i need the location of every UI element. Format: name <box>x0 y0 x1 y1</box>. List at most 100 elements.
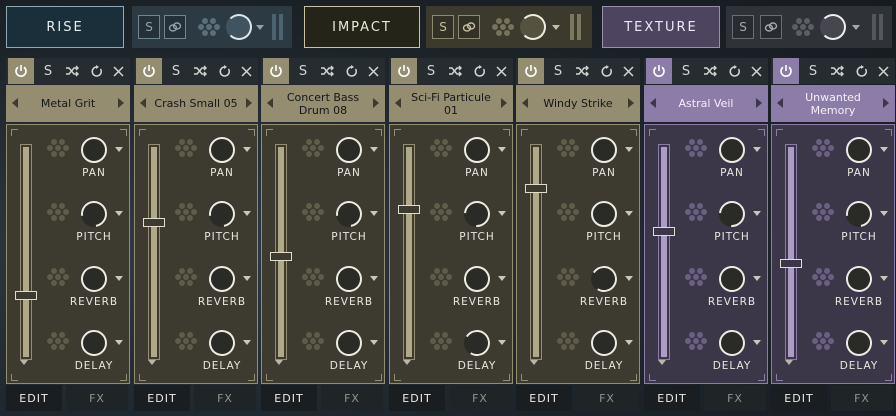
power-icon[interactable] <box>391 58 417 84</box>
volume-fader[interactable] <box>404 145 414 359</box>
chevron-down-icon[interactable] <box>370 147 378 152</box>
chevron-down-icon[interactable] <box>753 340 761 345</box>
sample-selector[interactable]: Crash Small 05 <box>134 85 258 122</box>
chevron-right-icon[interactable] <box>756 98 762 108</box>
reverb-knob[interactable] <box>206 263 238 295</box>
chevron-down-icon[interactable] <box>753 211 761 216</box>
pan-knob[interactable] <box>464 137 490 163</box>
fader-handle[interactable] <box>270 252 292 261</box>
tab-fx[interactable]: FX <box>576 385 638 411</box>
chevron-down-icon[interactable] <box>370 340 378 345</box>
fader-handle[interactable] <box>15 291 37 300</box>
tab-edit[interactable]: EDIT <box>6 385 62 411</box>
randomize-cells-icon[interactable] <box>302 331 324 351</box>
pitch-knob[interactable] <box>330 195 368 233</box>
tab-edit[interactable]: EDIT <box>644 385 700 411</box>
randomize-cells-icon[interactable] <box>812 267 834 287</box>
reverb-knob[interactable] <box>77 262 111 296</box>
link-icon[interactable] <box>164 15 186 39</box>
reset-icon[interactable] <box>594 58 618 84</box>
delay-knob[interactable] <box>204 325 240 361</box>
randomize-cells-icon[interactable] <box>175 202 197 222</box>
chevron-down-icon[interactable] <box>370 276 378 281</box>
power-icon[interactable] <box>136 58 162 84</box>
tab-edit[interactable]: EDIT <box>516 385 572 411</box>
chevron-down-icon[interactable] <box>498 147 506 152</box>
pitch-knob[interactable] <box>75 195 113 233</box>
sample-selector[interactable]: Sci-Fi Particule 01 <box>389 85 513 122</box>
sample-selector[interactable]: Astral Veil <box>644 85 768 122</box>
chevron-right-icon[interactable] <box>883 98 889 108</box>
randomize-cells-icon[interactable] <box>792 17 814 37</box>
chevron-down-icon[interactable] <box>552 25 560 30</box>
tab-edit[interactable]: EDIT <box>771 385 827 411</box>
chevron-down-icon[interactable] <box>852 25 860 30</box>
shuffle-icon[interactable] <box>315 58 339 84</box>
reverb-knob[interactable] <box>841 261 877 297</box>
chevron-down-icon[interactable] <box>243 340 251 345</box>
solo-button[interactable]: S <box>36 58 60 84</box>
randomize-cells-icon[interactable] <box>430 267 452 287</box>
delay-knob[interactable] <box>334 328 364 358</box>
chevron-down-icon[interactable] <box>625 276 633 281</box>
chevron-down-icon[interactable] <box>243 276 251 281</box>
chevron-left-icon[interactable] <box>522 98 528 108</box>
tab-edit[interactable]: EDIT <box>389 385 445 411</box>
pan-knob[interactable] <box>591 137 617 163</box>
power-icon[interactable] <box>646 58 672 84</box>
pitch-knob[interactable] <box>713 195 751 233</box>
randomize-cells-icon[interactable] <box>430 331 452 351</box>
reset-icon[interactable] <box>212 58 236 84</box>
randomize-cells-icon[interactable] <box>302 202 324 222</box>
reverb-knob[interactable] <box>334 264 364 294</box>
solo-button[interactable]: S <box>419 58 443 84</box>
chevron-down-icon[interactable] <box>785 360 793 365</box>
chevron-down-icon[interactable] <box>880 147 888 152</box>
fader-handle[interactable] <box>780 259 802 268</box>
power-icon[interactable] <box>773 58 799 84</box>
group-impact-volume-knob[interactable] <box>520 14 546 40</box>
close-icon[interactable] <box>234 58 258 84</box>
fader-handle[interactable] <box>653 227 675 236</box>
pitch-knob[interactable] <box>840 195 878 233</box>
delay-knob[interactable] <box>843 327 875 359</box>
randomize-cells-icon[interactable] <box>685 138 707 158</box>
volume-fader[interactable] <box>149 145 159 359</box>
reverb-knob[interactable] <box>588 263 620 295</box>
chevron-down-icon[interactable] <box>403 360 411 365</box>
randomize-cells-icon[interactable] <box>47 331 69 351</box>
randomize-cells-icon[interactable] <box>430 138 452 158</box>
sample-selector[interactable]: Concert Bass Drum 08 <box>261 85 385 122</box>
solo-button[interactable]: S <box>674 58 698 84</box>
chevron-left-icon[interactable] <box>777 98 783 108</box>
tab-edit[interactable]: EDIT <box>134 385 190 411</box>
randomize-cells-icon[interactable] <box>175 331 197 351</box>
shuffle-icon[interactable] <box>825 58 849 84</box>
close-icon[interactable] <box>744 58 768 84</box>
chevron-left-icon[interactable] <box>650 98 656 108</box>
close-icon[interactable] <box>871 58 895 84</box>
randomize-cells-icon[interactable] <box>685 331 707 351</box>
pan-knob[interactable] <box>846 137 872 163</box>
shuffle-icon[interactable] <box>443 58 467 84</box>
power-icon[interactable] <box>518 58 544 84</box>
randomize-cells-icon[interactable] <box>47 138 69 158</box>
chevron-down-icon[interactable] <box>20 360 28 365</box>
chevron-left-icon[interactable] <box>395 98 401 108</box>
chevron-down-icon[interactable] <box>880 276 888 281</box>
chevron-left-icon[interactable] <box>140 98 146 108</box>
delay-knob[interactable] <box>713 324 751 362</box>
randomize-cells-icon[interactable] <box>557 331 579 351</box>
tab-fx[interactable]: FX <box>321 385 383 411</box>
group-rise-solo-button[interactable]: S <box>138 15 160 39</box>
randomize-cells-icon[interactable] <box>685 202 707 222</box>
randomize-cells-icon[interactable] <box>302 267 324 287</box>
randomize-cells-icon[interactable] <box>47 267 69 287</box>
volume-fader[interactable] <box>786 145 796 359</box>
chevron-down-icon[interactable] <box>498 340 506 345</box>
sample-selector[interactable]: Unwanted Memory <box>771 85 895 122</box>
group-texture-solo-button[interactable]: S <box>732 15 754 39</box>
shuffle-icon[interactable] <box>570 58 594 84</box>
pitch-knob[interactable] <box>458 195 496 233</box>
pan-knob[interactable] <box>336 137 362 163</box>
